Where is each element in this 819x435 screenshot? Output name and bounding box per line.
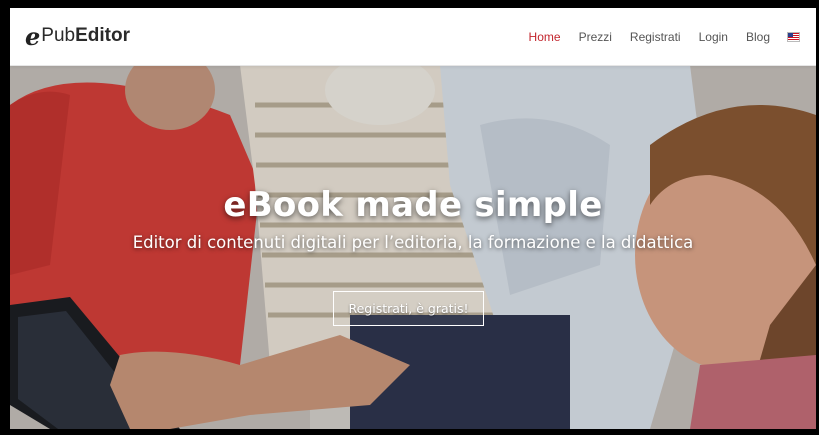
- nav-blog[interactable]: Blog: [737, 30, 779, 44]
- logo-pub-text: Pub: [41, 25, 76, 46]
- hero-banner: eBook made simple Editor di contenuti di…: [10, 65, 816, 429]
- hero-title: eBook made simple: [223, 185, 603, 225]
- epubeditor-logo[interactable]: e Pub Editor: [25, 21, 130, 51]
- nav-registrati[interactable]: Registrati: [621, 30, 690, 44]
- nav-home[interactable]: Home: [520, 30, 570, 44]
- main-nav: Home Prezzi Registrati Login Blog: [520, 8, 800, 65]
- window-frame: e Pub Editor Home Prezzi Registrati Logi…: [0, 0, 819, 435]
- nav-login[interactable]: Login: [690, 30, 737, 44]
- hero-subtitle: Editor di contenuti digitali per l’edito…: [132, 233, 694, 252]
- top-navbar: e Pub Editor Home Prezzi Registrati Logi…: [10, 8, 816, 66]
- logo-editor-text: Editor: [75, 25, 130, 46]
- logo-e-mark: e: [25, 21, 41, 51]
- web-page: e Pub Editor Home Prezzi Registrati Logi…: [10, 8, 816, 429]
- signup-cta-button[interactable]: Registrati, è gratis!: [333, 291, 484, 326]
- us-flag-icon[interactable]: [787, 31, 800, 42]
- nav-prezzi[interactable]: Prezzi: [570, 30, 621, 44]
